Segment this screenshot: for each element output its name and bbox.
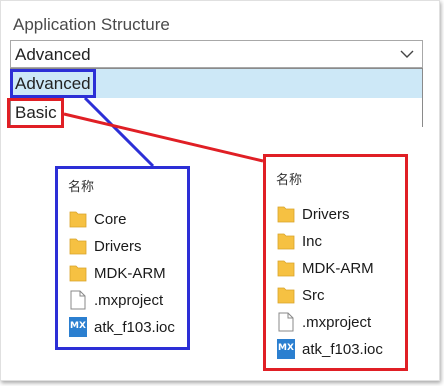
folder-icon (69, 238, 87, 255)
file-name: Src (302, 287, 325, 304)
highlight-basic-box (7, 98, 64, 128)
dropdown-option-basic[interactable]: Basic (11, 98, 422, 127)
screenshot-frame: Application Structure Advanced Advanced … (0, 0, 440, 381)
file-name: Core (94, 211, 127, 228)
section-title: Application Structure (13, 15, 170, 34)
chevron-down-icon[interactable] (400, 47, 414, 61)
basic-structure-panel: 名称 Drivers Inc MDK-ARM Src .mxproject MX… (263, 154, 408, 371)
file-name: atk_f103.ioc (94, 319, 175, 336)
folder-icon (277, 206, 295, 223)
file-name: Inc (302, 233, 323, 250)
file-name: Drivers (302, 206, 350, 223)
folder-icon (277, 260, 295, 277)
application-structure-select[interactable]: Advanced (10, 40, 423, 68)
select-value: Advanced (15, 45, 91, 64)
folder-icon (277, 287, 295, 304)
name-column-header: 名称 (276, 172, 303, 187)
mx-icon: MX (69, 317, 87, 337)
file-name: MDK-ARM (94, 265, 166, 282)
file-name: .mxproject (94, 292, 164, 309)
file-icon (278, 312, 294, 332)
folder-icon (277, 233, 295, 250)
advanced-structure-panel: 名称 Core Drivers MDK-ARM .mxproject MX at… (55, 166, 190, 350)
folder-icon (69, 265, 87, 282)
mx-icon: MX (277, 339, 295, 359)
file-name: .mxproject (302, 314, 372, 331)
file-name: MDK-ARM (302, 260, 374, 277)
file-name: atk_f103.ioc (302, 341, 383, 358)
name-column-header: 名称 (68, 179, 95, 194)
folder-icon (69, 211, 87, 228)
highlight-advanced-box (10, 69, 96, 98)
file-icon (70, 290, 86, 310)
file-name: Drivers (94, 238, 142, 255)
